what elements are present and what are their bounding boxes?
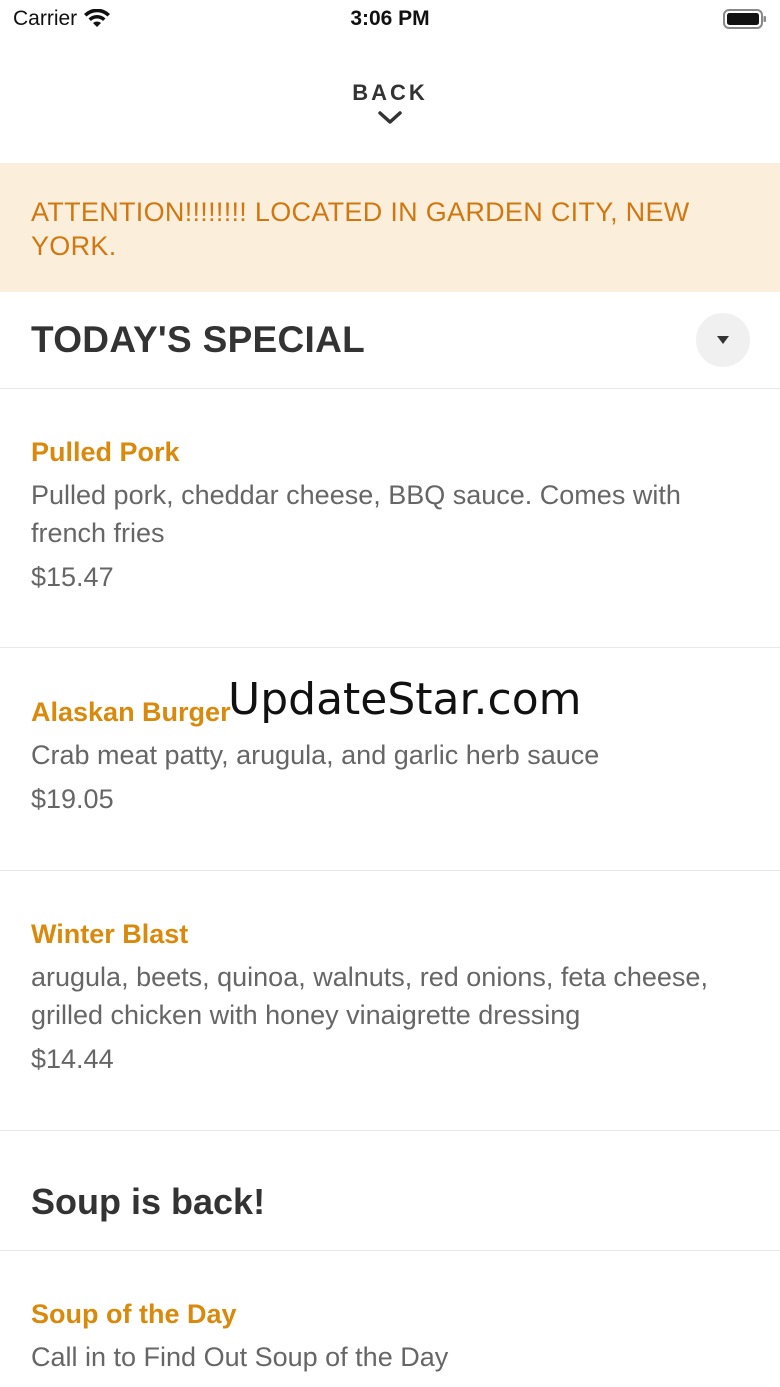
attention-banner: ATTENTION!!!!!!!! LOCATED IN GARDEN CITY… [0,163,780,292]
battery-icon [723,9,766,29]
section-header[interactable]: TODAY'S SPECIAL [0,292,780,389]
watermark: UpdateStar.com [228,674,582,725]
subsection-header: Soup is back! [0,1131,780,1251]
item-description: Pulled pork, cheddar cheese, BBQ sauce. … [31,480,681,548]
attention-text: ATTENTION!!!!!!!! LOCATED IN GARDEN CITY… [31,197,690,261]
item-name: Pulled Pork [31,437,180,467]
clock: 3:06 PM [350,7,430,30]
item-price: $19.05 [31,784,114,814]
item-name: Winter Blast [31,919,189,949]
collapse-toggle-button[interactable] [696,313,750,367]
item-description: Crab meat patty, arugula, and garlic her… [31,740,600,770]
status-bar: Carrier 3:06 PM [0,0,780,40]
menu-item[interactable]: Pulled Pork Pulled pork, cheddar cheese,… [0,389,780,648]
subsection-title: Soup is back! [31,1181,266,1222]
back-button[interactable]: BACK [0,40,780,163]
item-price: $15.47 [31,562,114,592]
menu-item[interactable]: Winter Blast arugula, beets, quinoa, wal… [0,871,780,1131]
item-price: $14.44 [31,1044,114,1074]
item-description: arugula, beets, quinoa, walnuts, red oni… [31,962,708,1030]
item-name: Soup of the Day [31,1299,237,1329]
caret-down-icon [717,336,729,344]
menu-item[interactable]: Soup of the Day Call in to Find Out Soup… [0,1251,780,1387]
item-description: Call in to Find Out Soup of the Day [31,1342,449,1372]
chevron-down-icon [378,111,402,124]
section-title: TODAY'S SPECIAL [31,319,366,360]
back-label: BACK [352,80,428,105]
